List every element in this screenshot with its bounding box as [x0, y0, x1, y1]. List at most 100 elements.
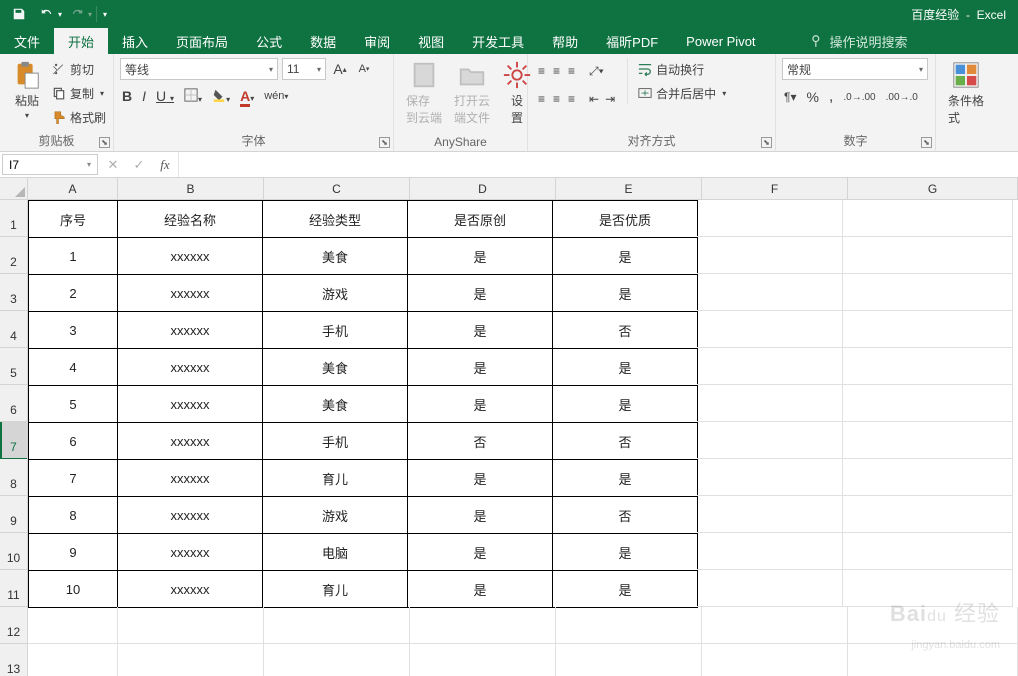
cell[interactable]: xxxxxx — [117, 459, 263, 497]
cell[interactable]: 5 — [28, 385, 118, 423]
row-header[interactable]: 6 — [0, 385, 27, 422]
dialog-launcher-icon[interactable]: ⬊ — [921, 137, 932, 148]
cell[interactable] — [118, 644, 264, 676]
conditional-format-button[interactable]: 条件格式 — [942, 58, 990, 128]
cell[interactable]: 育儿 — [262, 570, 408, 608]
save-icon[interactable] — [6, 2, 32, 26]
dialog-launcher-icon[interactable]: ⬊ — [761, 137, 772, 148]
cell[interactable] — [410, 644, 556, 676]
cell[interactable] — [843, 533, 1013, 570]
row-header[interactable]: 2 — [0, 237, 27, 274]
cell[interactable] — [118, 607, 264, 644]
ribbon-tab-1[interactable]: 开始 — [54, 28, 108, 54]
formula-input[interactable] — [179, 152, 1018, 177]
cell[interactable]: xxxxxx — [117, 274, 263, 312]
cell[interactable] — [702, 644, 848, 676]
cell[interactable] — [697, 570, 843, 607]
row-header[interactable]: 9 — [0, 496, 27, 533]
decrease-decimal-icon[interactable]: .00→.0 — [886, 92, 918, 103]
increase-font-icon[interactable]: A▴ — [330, 59, 350, 79]
cut-button[interactable]: 剪切 — [50, 58, 108, 80]
cell[interactable]: xxxxxx — [117, 570, 263, 608]
name-box[interactable]: I7▾ — [2, 154, 98, 175]
row-header[interactable]: 11 — [0, 570, 27, 607]
increase-indent-icon[interactable]: ⇥ — [605, 92, 615, 106]
cell[interactable]: 是 — [407, 311, 553, 349]
ribbon-tab-3[interactable]: 页面布局 — [162, 28, 242, 54]
column-header[interactable]: C — [264, 178, 410, 199]
cell[interactable] — [697, 348, 843, 385]
cell[interactable]: 是 — [552, 274, 698, 312]
align-left-icon[interactable]: ≡ — [538, 92, 545, 106]
row-header[interactable]: 8 — [0, 459, 27, 496]
cell[interactable] — [848, 607, 1018, 644]
underline-button[interactable]: U ▾ — [156, 88, 174, 104]
cell[interactable] — [697, 385, 843, 422]
ribbon-tab-0[interactable]: 文件 — [0, 28, 54, 54]
row-header[interactable]: 4 — [0, 311, 27, 348]
cell[interactable] — [697, 422, 843, 459]
decrease-font-icon[interactable]: A▾ — [354, 59, 374, 79]
undo-icon[interactable] — [34, 2, 60, 26]
row-header[interactable]: 12 — [0, 607, 27, 644]
align-right-icon[interactable]: ≡ — [568, 92, 575, 106]
cell[interactable] — [264, 644, 410, 676]
tell-me-search[interactable]: 操作说明搜索 — [810, 28, 908, 54]
column-header[interactable]: B — [118, 178, 264, 199]
cell[interactable]: 7 — [28, 459, 118, 497]
cell[interactable] — [697, 200, 843, 237]
cell[interactable]: 1 — [28, 237, 118, 275]
align-bottom-icon[interactable]: ≡ — [568, 64, 575, 78]
cell[interactable]: 手机 — [262, 422, 408, 460]
cell[interactable] — [697, 533, 843, 570]
ribbon-tab-6[interactable]: 审阅 — [350, 28, 404, 54]
cell[interactable]: 是 — [552, 533, 698, 571]
cell[interactable]: 电脑 — [262, 533, 408, 571]
orientation-icon[interactable]: ⤢▾ — [589, 64, 604, 79]
font-color-button[interactable]: A▾ — [240, 88, 254, 104]
merge-center-button[interactable]: 合并后居中▾ — [636, 82, 728, 104]
cell[interactable]: 8 — [28, 496, 118, 534]
cell[interactable]: xxxxxx — [117, 422, 263, 460]
cell[interactable]: 游戏 — [262, 496, 408, 534]
cell[interactable]: 是 — [552, 570, 698, 608]
cell[interactable] — [702, 607, 848, 644]
cell[interactable]: xxxxxx — [117, 311, 263, 349]
row-header[interactable]: 5 — [0, 348, 27, 385]
cell[interactable]: 美食 — [262, 385, 408, 423]
cell[interactable] — [848, 644, 1018, 676]
cell[interactable] — [264, 607, 410, 644]
column-header[interactable]: A — [28, 178, 118, 199]
cell[interactable] — [28, 607, 118, 644]
wrap-text-button[interactable]: 自动换行 — [636, 58, 728, 80]
cell[interactable]: 是 — [407, 533, 553, 571]
cell[interactable]: 美食 — [262, 348, 408, 386]
cell[interactable] — [843, 348, 1013, 385]
cell[interactable]: xxxxxx — [117, 385, 263, 423]
bold-button[interactable]: B — [122, 88, 132, 104]
border-button[interactable]: ▾ — [184, 88, 202, 105]
row-header[interactable]: 7 — [0, 422, 27, 459]
fill-color-button[interactable]: ▾ — [212, 88, 230, 105]
cell[interactable] — [843, 200, 1013, 237]
cell[interactable]: 是 — [407, 385, 553, 423]
decrease-indent-icon[interactable]: ⇤ — [589, 92, 599, 106]
select-all-corner[interactable] — [0, 178, 28, 200]
cell[interactable]: 3 — [28, 311, 118, 349]
cell[interactable] — [697, 311, 843, 348]
cell[interactable]: 是 — [552, 459, 698, 497]
cell[interactable] — [843, 274, 1013, 311]
worksheet[interactable]: ABCDEFG 12345678910111213 序号经验名称经验类型是否原创… — [0, 178, 1018, 676]
italic-button[interactable]: I — [142, 88, 146, 104]
cell[interactable]: xxxxxx — [117, 237, 263, 275]
cell[interactable]: 是 — [552, 385, 698, 423]
row-header[interactable]: 3 — [0, 274, 27, 311]
ribbon-tab-5[interactable]: 数据 — [296, 28, 350, 54]
cell[interactable] — [28, 644, 118, 676]
font-name-combo[interactable]: 等线▾ — [120, 58, 278, 80]
cell[interactable] — [843, 570, 1013, 607]
align-top-icon[interactable]: ≡ — [538, 64, 545, 78]
cells-area[interactable]: 序号经验名称经验类型是否原创是否优质1xxxxxx美食是是2xxxxxx游戏是是… — [28, 200, 1018, 676]
cell[interactable]: xxxxxx — [117, 533, 263, 571]
cell[interactable]: 是 — [552, 237, 698, 275]
